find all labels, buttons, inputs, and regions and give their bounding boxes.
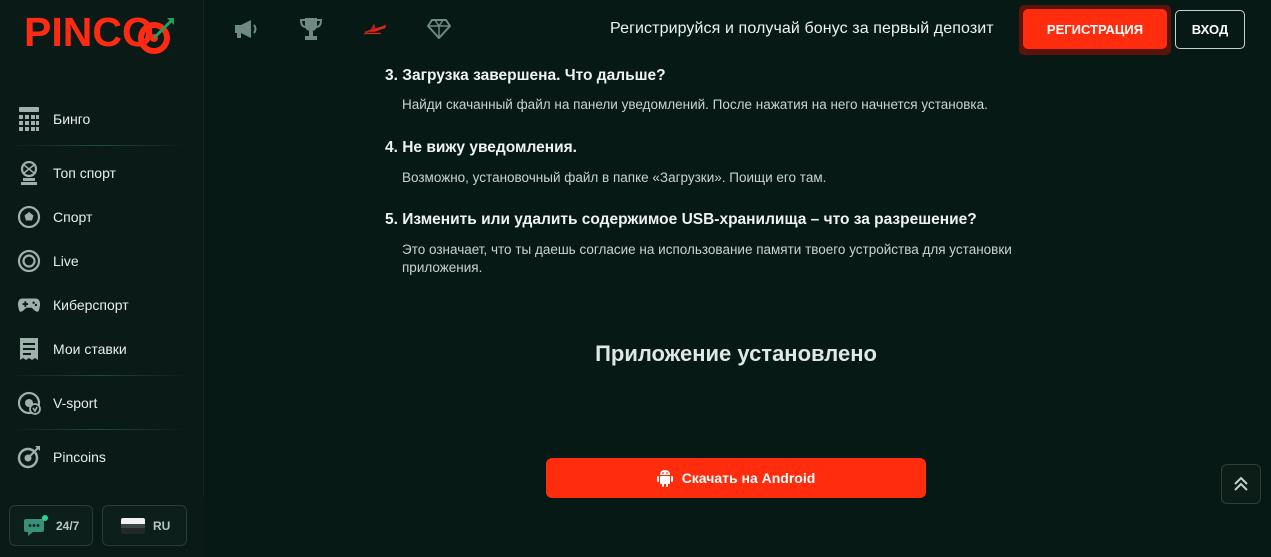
sidebar-item-label: Pincoins [53,449,106,465]
megaphone-icon[interactable] [233,17,259,41]
installed-title: Приложение установлено [595,341,877,366]
register-button[interactable]: РЕГИСТРАЦИЯ [1023,9,1167,49]
live-icon [17,249,41,273]
pincoins-icon [17,445,41,469]
sidebar-divider [0,371,204,381]
v-sport-icon [17,391,41,415]
pinco-logo[interactable]: PINCO [24,10,174,54]
language-label: RU [153,518,171,533]
top-sport-icon [17,161,41,185]
sidebar-divider [0,141,204,151]
my-bets-icon [17,337,41,361]
sidebar-item-label: Мои ставки [53,341,127,357]
sidebar: PINCO Бинго Топ спорт Спорт Live Киберсп… [0,0,204,557]
target-arrow-icon [138,18,174,54]
faq-question: 5. Изменить или удалить содержимое USB-х… [385,211,977,228]
sidebar-item-v-sport[interactable]: V-sport [0,381,204,425]
chat-icon [24,514,48,537]
sidebar-item-pincoins[interactable]: Pincoins [0,435,204,479]
register-button-frame: РЕГИСТРАЦИЯ [1019,5,1171,55]
logo-text: PINCO [24,9,154,55]
support-label: 24/7 [56,518,80,533]
sidebar-item-top-sport[interactable]: Топ спорт [0,151,204,195]
sidebar-item-label: V-sport [53,395,98,411]
android-icon [656,469,673,487]
sidebar-item-label: Топ спорт [53,165,116,181]
sidebar-footer: 24/7 RU [0,497,204,557]
gamepad-icon [17,293,41,317]
sidebar-item-label: Киберспорт [53,297,129,313]
sidebar-item-esports[interactable]: Киберспорт [0,283,204,327]
sidebar-item-bingo[interactable]: Бинго [0,97,204,141]
faq-question: 3. Загрузка завершена. Что дальше? [385,67,666,84]
sidebar-item-sport[interactable]: Спорт [0,195,204,239]
sidebar-item-my-bets[interactable]: Мои ставки [0,327,204,371]
flag-ru-icon [121,517,145,534]
bingo-icon [17,107,41,131]
double-chevron-up-icon [1233,475,1249,493]
faq-question: 4. Не вижу уведомления. [385,139,577,156]
download-android-button[interactable]: Скачать на Android [546,458,926,498]
sidebar-divider [0,425,204,435]
support-chat-button[interactable]: 24/7 [9,505,93,546]
trophy-icon[interactable] [298,17,324,41]
sidebar-item-label: Live [53,253,79,269]
faq-answer: Это означает, что ты даешь согласие на и… [402,242,1012,275]
download-android-label: Скачать на Android [681,470,816,486]
faq-answer: Возможно, установочный файл в папке «Заг… [402,170,827,185]
diamond-icon[interactable] [426,17,452,41]
top-header: Регистрируйся и получай бонус за первый … [204,0,1271,58]
promo-text: Регистрируйся и получай бонус за первый … [610,20,994,37]
soccer-ball-icon [17,205,41,229]
sidebar-item-label: Спорт [53,209,93,225]
aviator-plane-icon[interactable] [362,17,388,41]
scroll-to-top-button[interactable] [1221,464,1261,504]
login-button[interactable]: ВХОД [1175,10,1245,49]
sidebar-item-live[interactable]: Live [0,239,204,283]
sidebar-nav: Бинго Топ спорт Спорт Live Киберспорт Мо… [0,97,204,479]
sidebar-item-label: Бинго [53,111,91,127]
language-selector[interactable]: RU [102,505,187,546]
faq-answer: Найди скачанный файл на панели уведомлен… [402,97,988,112]
